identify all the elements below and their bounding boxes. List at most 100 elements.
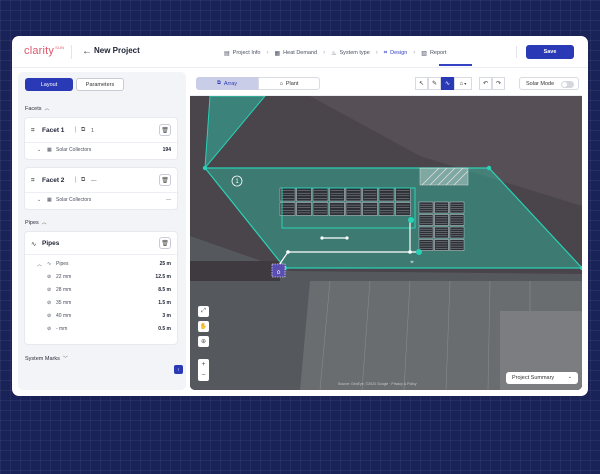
pipes-summary-row[interactable]: ︿ ∿ Pipes 25 m: [25, 258, 179, 270]
delete-facet-button[interactable]: 🗑: [159, 124, 171, 136]
solar-collector-panel[interactable]: [434, 239, 449, 251]
solar-collector-panel[interactable]: [378, 202, 395, 216]
step-heat-demand[interactable]: ▦ Heat Demand: [275, 50, 318, 57]
pipe-node[interactable]: [345, 236, 349, 240]
project-summary-dropdown[interactable]: Project Summary ⌄: [506, 372, 578, 384]
step-report[interactable]: ▧ Report: [421, 50, 446, 57]
solar-collector-panel[interactable]: [362, 202, 378, 216]
pipe-node[interactable]: [286, 250, 290, 254]
building-icon: ⌂: [459, 80, 464, 87]
section-label: Facets: [25, 106, 42, 112]
solar-collector-panel[interactable]: [418, 239, 434, 251]
trash-icon: 🗑: [161, 127, 169, 134]
undo-button[interactable]: ↶: [479, 77, 492, 90]
report-icon: ▧: [421, 50, 427, 57]
table-icon: ▦: [274, 50, 281, 57]
draw-tool-button[interactable]: ✎: [428, 77, 441, 90]
chevron-left-icon: ‹: [177, 366, 180, 373]
facet-card-1[interactable]: ⌗ Facet 1 | ⧉ 1 🗑 ⌄ ▦ Solar Collectors 1…: [24, 117, 179, 160]
fullscreen-button[interactable]: ⤢: [198, 306, 209, 317]
step-separator-icon: ›: [413, 50, 416, 56]
tab-layout[interactable]: Layout: [25, 78, 73, 91]
facet-title: Facet 2: [42, 177, 65, 184]
solar-collector-panel[interactable]: [449, 201, 465, 214]
step-project-info[interactable]: ▤ Project Info: [224, 50, 261, 57]
facets-section-header[interactable]: Facets ︿: [25, 105, 50, 112]
solar-collector-panel[interactable]: [312, 202, 329, 216]
tab-array[interactable]: ⧉ Array: [196, 77, 258, 90]
solar-collector-panel[interactable]: [395, 202, 411, 216]
collector-icon: ▦: [47, 147, 52, 153]
solar-collector-panel[interactable]: [395, 187, 411, 202]
map-drawing[interactable]: 1 ⌂ ⌖: [190, 96, 582, 390]
connection-handle[interactable]: [416, 249, 422, 255]
zoom-in-button[interactable]: +: [198, 359, 209, 370]
step-system-type[interactable]: ♨ System type: [331, 50, 370, 57]
sidebar-tabs: Layout Parameters: [25, 78, 124, 91]
tab-plant[interactable]: ⌂ Plant: [258, 77, 320, 90]
solar-collector-panel[interactable]: [329, 202, 345, 216]
solar-collector-panel[interactable]: [296, 187, 312, 202]
solar-collector-panel[interactable]: [345, 187, 362, 202]
solar-collector-panel[interactable]: [378, 187, 395, 202]
zoom-out-button[interactable]: −: [198, 370, 209, 381]
select-tool-button[interactable]: ↖: [415, 77, 428, 90]
facet-collectors-row[interactable]: ⌄ ▦ Solar Collectors 194: [25, 144, 179, 156]
step-label: Design: [390, 50, 408, 56]
solar-collector-panel[interactable]: [449, 214, 465, 226]
recenter-button[interactable]: ⊕: [198, 336, 209, 347]
solar-collector-panel[interactable]: [434, 201, 449, 214]
pipe-node[interactable]: [320, 236, 324, 240]
divider-bar: |: [75, 127, 77, 133]
delete-pipes-button[interactable]: 🗑: [159, 237, 171, 249]
clarity-logo[interactable]: claritySUN: [24, 45, 64, 57]
pipe-node[interactable]: [408, 250, 412, 254]
collector-icon: ▦: [47, 197, 52, 203]
solar-collector-panel[interactable]: [312, 187, 329, 202]
tab-parameters[interactable]: Parameters: [76, 78, 124, 91]
pan-button[interactable]: ✋: [198, 321, 209, 332]
step-label: Report: [429, 50, 447, 56]
vertex-handle[interactable]: [202, 165, 208, 171]
save-button[interactable]: Save: [526, 45, 574, 59]
solar-collector-panel[interactable]: [418, 226, 434, 239]
divider-bar: |: [75, 177, 77, 183]
step-navigation: ▤ Project Info › ▦ Heat Demand › ♨ System t…: [224, 47, 446, 59]
solar-collector-panel[interactable]: [418, 201, 434, 214]
pipe-tool-button[interactable]: ∿: [441, 77, 454, 90]
pipe-size-row: ⊘ 40 mm 3 m: [25, 310, 179, 322]
circle-slash-icon: ⊘: [47, 287, 52, 293]
solar-collector-panel[interactable]: [329, 187, 345, 202]
satellite-map[interactable]: 1 ⌂ ⌖ ⤢ ✋ ⊕ + − Source: GeoEye, ©2024 Go…: [190, 96, 582, 390]
equipment-tool-dropdown[interactable]: ⌂ ▾: [454, 77, 472, 90]
vertex-handle[interactable]: [486, 165, 492, 171]
solar-collector-panel[interactable]: [449, 226, 465, 239]
solar-collector-panel[interactable]: [362, 187, 378, 202]
collapse-sidebar-button[interactable]: ‹: [174, 365, 183, 374]
chevron-down-icon: ﹀: [62, 356, 68, 362]
pipes-card[interactable]: ∿ Pipes 🗑 ︿ ∿ Pipes 25 m ⊘ 22 mm 12.5 m …: [24, 231, 179, 345]
connection-handle[interactable]: [408, 217, 414, 223]
chevron-up-icon: ︿: [44, 106, 50, 112]
back-arrow-icon[interactable]: ←: [82, 46, 92, 57]
step-design[interactable]: ⌗ Design: [384, 50, 408, 57]
solar-collector-panel[interactable]: [434, 214, 449, 226]
canvas-toolbar: ⧉ Array ⌂ Plant ↖ ✎ ∿ ⌂ ▾ ↶ ↷ Solar Mode: [190, 72, 582, 96]
facet-card-2[interactable]: ⌗ Facet 2 | ⧉ — 🗑 ⌄ ▦ Solar Collectors —: [24, 167, 179, 210]
solar-collector-panel[interactable]: [418, 214, 434, 226]
solar-collector-panel[interactable]: [296, 202, 312, 216]
system-marks-section-header[interactable]: System Marks ﹀: [25, 355, 68, 362]
toggle-switch[interactable]: [561, 81, 574, 88]
facet-collectors-row[interactable]: ⌄ ▦ Solar Collectors —: [25, 194, 179, 206]
solar-collector-panel[interactable]: [345, 202, 362, 216]
circle-slash-icon: ⊘: [47, 300, 52, 306]
solar-collector-panel[interactable]: [434, 226, 449, 239]
redo-button[interactable]: ↷: [492, 77, 505, 90]
array-icon: ⧉: [81, 177, 86, 183]
pipes-section-header[interactable]: Pipes ︿: [25, 219, 47, 226]
solar-collector-panel[interactable]: [449, 239, 465, 251]
building-icon: ⌂: [277, 269, 281, 276]
delete-facet-button[interactable]: 🗑: [159, 174, 171, 186]
solar-mode-toggle[interactable]: Solar Mode: [519, 77, 579, 90]
chevron-down-icon: ⌄: [37, 147, 42, 153]
